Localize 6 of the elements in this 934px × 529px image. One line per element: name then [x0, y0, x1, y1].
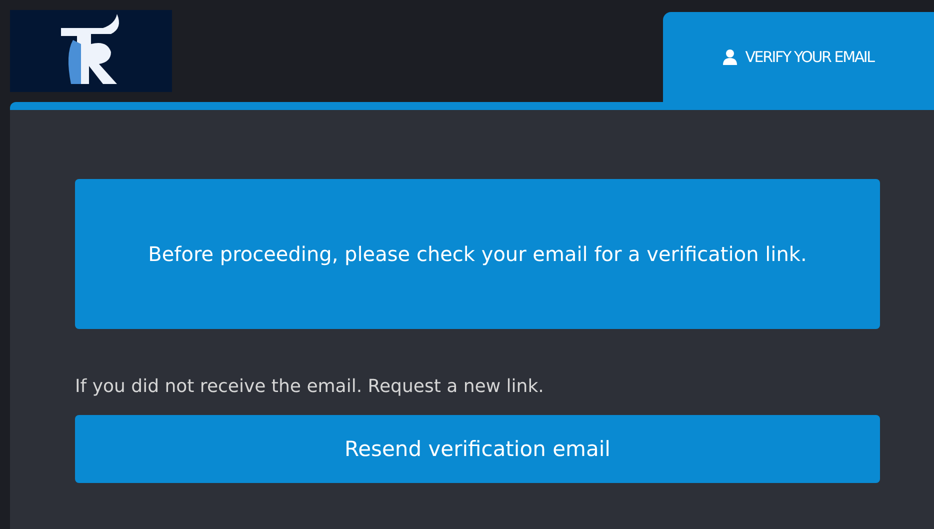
alert-message: Before proceeding, please check your email for a verification link. [148, 240, 807, 268]
user-icon [723, 49, 738, 65]
verify-email-tab[interactable]: VERIFY YOUR EMAIL [663, 12, 934, 102]
tab-label: VERIFY YOUR EMAIL [745, 48, 874, 66]
resend-button[interactable]: Resend verification email [75, 415, 880, 483]
resend-hint: If you did not receive the email. Request a new link. [75, 376, 545, 397]
